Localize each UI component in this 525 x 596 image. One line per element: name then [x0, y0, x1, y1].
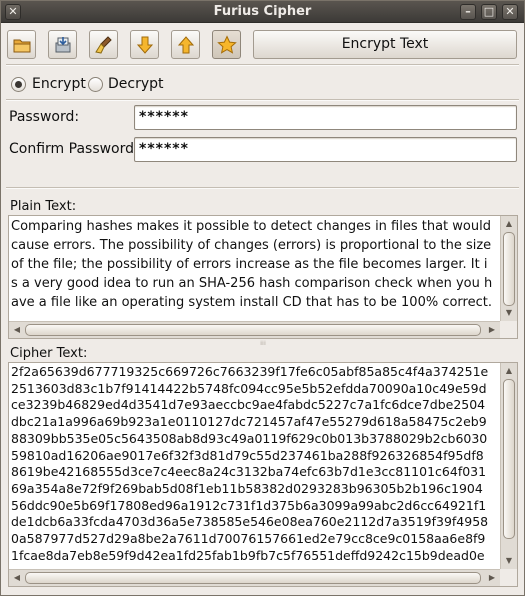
title-bar[interactable]: ✕ Furius Cipher – □ ✕ [1, 1, 524, 23]
star-icon [217, 35, 237, 54]
encrypt-radio-label[interactable]: Encrypt [32, 76, 86, 92]
cipher-text-content[interactable]: 2f2a65639d677719325c669726c7663239f17fe6… [11, 364, 497, 564]
clear-button[interactable] [89, 30, 118, 59]
password-field[interactable]: ****** [134, 105, 517, 130]
cipher-text-label: Cipher Text: [10, 346, 88, 361]
favorite-button[interactable] [212, 30, 241, 59]
arrow-down-icon [136, 36, 154, 54]
scroll-down-icon[interactable]: ▼ [501, 306, 517, 320]
plain-scroll-corner [500, 321, 517, 338]
app-window: ✕ Furius Cipher – □ ✕ Encrypt Text Encry… [0, 0, 525, 596]
plain-text-label: Plain Text: [10, 199, 77, 214]
plain-text-content[interactable]: Comparing hashes makes it possible to de… [11, 217, 497, 312]
save-disk-icon [55, 37, 71, 53]
cipher-scroll-corner [500, 569, 517, 586]
maximize-button[interactable]: □ [481, 4, 497, 20]
plain-vertical-scrollbar[interactable]: ▲ ▼ [500, 216, 517, 321]
toolbar: Encrypt Text [7, 27, 519, 63]
open-folder-icon [13, 39, 31, 53]
cipher-horizontal-thumb[interactable] [25, 572, 481, 584]
password-label: Password: [9, 109, 80, 125]
open-file-button[interactable] [7, 30, 36, 59]
minimize-button[interactable]: – [460, 4, 476, 20]
cipher-vertical-thumb[interactable] [503, 379, 515, 539]
pane-splitter-handle[interactable]: ⁞⁞⁞ [258, 341, 268, 347]
cipher-horizontal-scrollbar[interactable]: ◀ ▶ [9, 569, 500, 586]
plain-vertical-thumb[interactable] [503, 232, 515, 306]
decrypt-radio[interactable] [88, 77, 103, 92]
encrypt-radio[interactable] [11, 77, 26, 92]
scroll-up-icon[interactable]: ▲ [501, 217, 517, 231]
cipher-text-area[interactable]: 2f2a65639d677719325c669726c7663239f17fe6… [8, 362, 518, 587]
save-file-button[interactable] [48, 30, 77, 59]
confirm-password-field[interactable]: ****** [134, 137, 517, 162]
mode-selector: Encrypt Decrypt [11, 75, 311, 95]
form-separator [6, 187, 519, 189]
arrow-up-icon [177, 36, 195, 54]
confirm-password-label: Confirm Password: [9, 141, 139, 157]
cipher-vertical-scrollbar[interactable]: ▲ ▼ [500, 363, 517, 569]
close-button[interactable]: ✕ [502, 4, 518, 20]
scroll-left-icon[interactable]: ◀ [10, 323, 24, 337]
encrypt-text-button[interactable]: Encrypt Text [253, 30, 517, 59]
plain-text-area[interactable]: Comparing hashes makes it possible to de… [8, 215, 518, 339]
decrypt-radio-label[interactable]: Decrypt [108, 76, 164, 92]
move-up-button[interactable] [171, 30, 200, 59]
clear-brush-icon [95, 36, 112, 54]
scroll-right-icon[interactable]: ▶ [485, 571, 499, 585]
plain-horizontal-scrollbar[interactable]: ◀ ▶ [9, 321, 500, 338]
window-title: Furius Cipher [213, 4, 312, 19]
move-down-button[interactable] [130, 30, 159, 59]
scroll-up-icon[interactable]: ▲ [501, 364, 517, 378]
scroll-left-icon[interactable]: ◀ [10, 571, 24, 585]
plain-horizontal-thumb[interactable] [25, 324, 481, 336]
scroll-right-icon[interactable]: ▶ [485, 323, 499, 337]
toolbar-separator [6, 64, 519, 66]
scroll-down-icon[interactable]: ▼ [501, 554, 517, 568]
mode-separator [6, 99, 519, 101]
